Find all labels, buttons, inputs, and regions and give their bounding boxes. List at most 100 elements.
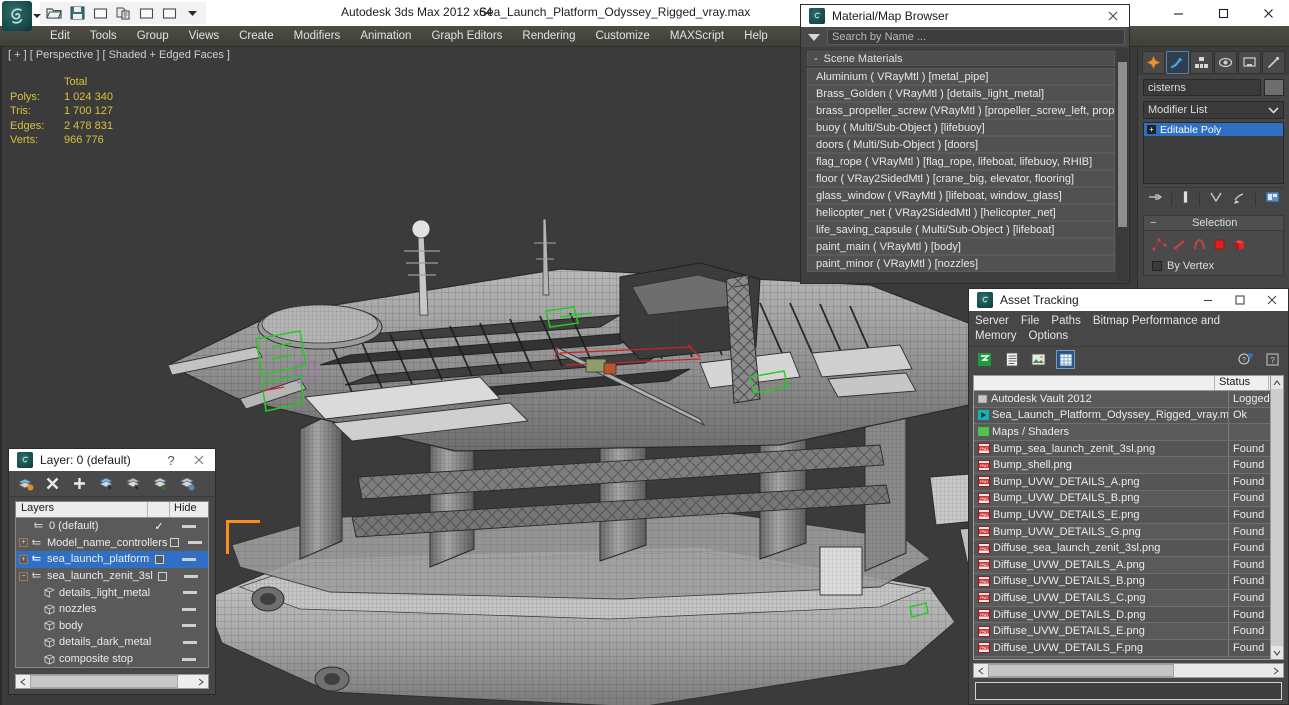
- sub-object-element-icon[interactable]: [1232, 237, 1247, 252]
- material-item[interactable]: life_saving_capsule ( Multi/Sub-Object )…: [807, 221, 1115, 238]
- sub-object-polygon-icon[interactable]: [1212, 237, 1227, 252]
- list-item[interactable]: nozzles: [16, 601, 208, 618]
- hide-toggle-icon[interactable]: [188, 541, 203, 545]
- at-menu-options[interactable]: Options: [1029, 330, 1069, 342]
- table-row[interactable]: Bump_UVW_DETAILS_E.png Found: [974, 507, 1283, 524]
- app-menu-caret-icon[interactable]: [33, 14, 41, 18]
- show-end-result-icon[interactable]: [1181, 190, 1190, 207]
- layer-manager-help-button[interactable]: ?: [159, 449, 183, 471]
- material-item[interactable]: brass_propeller_screw (VRayMtl ) [propel…: [807, 102, 1115, 119]
- at-menu-file[interactable]: File: [1021, 315, 1040, 327]
- material-browser-titlebar[interactable]: Material/Map Browser: [801, 5, 1129, 27]
- motion-tab[interactable]: [1214, 51, 1237, 74]
- app-logo-icon[interactable]: [2, 1, 32, 31]
- menu-rendering[interactable]: Rendering: [512, 28, 585, 44]
- table-row[interactable]: Bump_sea_launch_zenit_3sl.png Found: [974, 440, 1283, 458]
- menu-help[interactable]: Help: [734, 28, 778, 44]
- refresh-icon[interactable]: [975, 350, 994, 369]
- material-browser-scrollbar[interactable]: [1117, 48, 1128, 282]
- material-item[interactable]: flag_rope ( VRayMtl ) [flag_rope, lifebo…: [807, 153, 1115, 170]
- scroll-left-arrow-icon[interactable]: [974, 664, 988, 677]
- scene-materials-list[interactable]: Aluminium ( VRayMtl ) [metal_pipe] Brass…: [807, 68, 1115, 272]
- menu-maxscript[interactable]: MAXScript: [660, 28, 734, 44]
- menu-create[interactable]: Create: [229, 28, 284, 44]
- col-header-hide[interactable]: Hide: [170, 502, 208, 517]
- scroll-up-arrow-icon[interactable]: [1271, 376, 1283, 389]
- layer-manager-window[interactable]: Layer: 0 (default) ? Layers Hide 0 (defa…: [8, 448, 216, 695]
- layer-grid-horizontal-scrollbar[interactable]: [15, 674, 209, 689]
- configure-modifier-sets-icon[interactable]: [1265, 190, 1280, 207]
- list-item[interactable]: body: [16, 618, 208, 635]
- hide-toggle-icon[interactable]: [183, 640, 198, 644]
- undo-icon[interactable]: [90, 4, 110, 22]
- at-menu-server[interactable]: Server: [975, 315, 1009, 327]
- asset-tracking-grid[interactable]: Status Autodesk Vault 2012 Logged Sea_La…: [973, 375, 1284, 660]
- object-name-field[interactable]: cisterns: [1143, 79, 1261, 96]
- table-row[interactable]: Bump_UVW_DETAILS_G.png Found: [974, 523, 1283, 541]
- table-row[interactable]: Diffuse_UVW_DETAILS_E.png Found: [974, 623, 1283, 640]
- help-icon[interactable]: ?: [1236, 350, 1255, 369]
- collapse-icon[interactable]: −: [1144, 217, 1162, 229]
- menu-views[interactable]: Views: [179, 28, 229, 44]
- asset-tracking-titlebar[interactable]: Asset Tracking: [969, 289, 1288, 311]
- hide-toggle-icon[interactable]: [182, 624, 196, 628]
- scroll-right-arrow-icon[interactable]: [194, 678, 208, 686]
- material-map-browser-window[interactable]: Material/Map Browser Search by Name ... …: [800, 4, 1130, 284]
- set-current-layer-icon[interactable]: [152, 475, 169, 492]
- menu-animation[interactable]: Animation: [350, 28, 421, 44]
- table-row[interactable]: Maps / Shaders: [974, 424, 1283, 441]
- redo-icon[interactable]: [136, 4, 156, 22]
- list-item[interactable]: details_light_metal: [16, 584, 208, 601]
- list-item[interactable]: + sea_launch_platform: [16, 551, 208, 568]
- key-filters-icon[interactable]: [159, 4, 179, 22]
- current-layer-checkbox[interactable]: [155, 554, 165, 564]
- material-item[interactable]: paint_minor ( VRayMtl ) [nozzles]: [807, 255, 1115, 272]
- by-vertex-checkbox[interactable]: [1152, 261, 1162, 271]
- section-collapse-icon[interactable]: -: [814, 53, 818, 65]
- save-file-icon[interactable]: [67, 4, 87, 22]
- material-browser-close-button[interactable]: [1097, 5, 1129, 27]
- set-key-icon[interactable]: [113, 4, 133, 22]
- current-layer-checkbox[interactable]: [170, 538, 180, 548]
- collapse-icon[interactable]: −: [19, 571, 28, 581]
- list-view-icon[interactable]: [1002, 350, 1021, 369]
- expand-icon[interactable]: +: [19, 554, 28, 564]
- modifier-stack[interactable]: + Editable Poly: [1143, 122, 1284, 184]
- menu-edit[interactable]: Edit: [40, 28, 80, 44]
- hide-toggle-icon[interactable]: [182, 557, 197, 561]
- table-row[interactable]: Diffuse_UVW_DETAILS_F.png Found: [974, 639, 1283, 657]
- add-selection-to-layer-icon[interactable]: [71, 475, 88, 492]
- asset-tracking-maximize-button[interactable]: [1224, 289, 1256, 311]
- list-item[interactable]: − sea_launch_zenit_3sl: [16, 568, 208, 585]
- col-header-status[interactable]: Status: [1215, 376, 1269, 390]
- asset-grid-vertical-scrollbar[interactable]: [1270, 376, 1283, 659]
- object-color-swatch[interactable]: [1264, 79, 1284, 96]
- hierarchy-tab[interactable]: [1190, 51, 1213, 74]
- table-row[interactable]: Diffuse_sea_launch_zenit_3sl.png Found: [974, 540, 1283, 557]
- sub-object-vertex-icon[interactable]: [1152, 237, 1167, 252]
- by-vertex-row[interactable]: By Vertex: [1144, 257, 1283, 275]
- about-icon[interactable]: ?: [1263, 350, 1282, 369]
- hide-toggle-icon[interactable]: [183, 574, 198, 578]
- sub-object-edge-icon[interactable]: [1172, 237, 1187, 252]
- material-item[interactable]: Aluminium ( VRayMtl ) [metal_pipe]: [807, 68, 1115, 85]
- table-row[interactable]: Bump_UVW_DETAILS_A.png Found: [974, 473, 1283, 491]
- sub-object-border-icon[interactable]: [1192, 237, 1207, 252]
- menu-graph-editors[interactable]: Graph Editors: [421, 28, 512, 44]
- window-maximize-button[interactable]: [1201, 0, 1246, 26]
- current-layer-check-icon[interactable]: ✓: [154, 520, 163, 533]
- scene-materials-section-header[interactable]: - Scene Materials: [807, 51, 1115, 66]
- table-row[interactable]: Diffuse_UVW_DETAILS_C.png Found: [974, 590, 1283, 607]
- list-item[interactable]: details_dark_metal: [16, 634, 208, 651]
- scrollbar-thumb[interactable]: [30, 675, 178, 688]
- layer-manager-titlebar[interactable]: Layer: 0 (default) ?: [9, 449, 215, 471]
- current-layer-checkbox[interactable]: [158, 571, 168, 581]
- window-close-button[interactable]: [1246, 0, 1289, 26]
- open-file-icon[interactable]: [44, 4, 64, 22]
- material-item[interactable]: Brass_Golden ( VRayMtl ) [details_light_…: [807, 85, 1115, 102]
- scrollbar-thumb[interactable]: [988, 664, 1174, 677]
- select-objects-in-layer-icon[interactable]: [98, 475, 115, 492]
- list-item[interactable]: + Model_name_controllers: [16, 535, 208, 552]
- col-header-current[interactable]: [148, 502, 170, 517]
- hide-toggle-icon[interactable]: [182, 591, 197, 595]
